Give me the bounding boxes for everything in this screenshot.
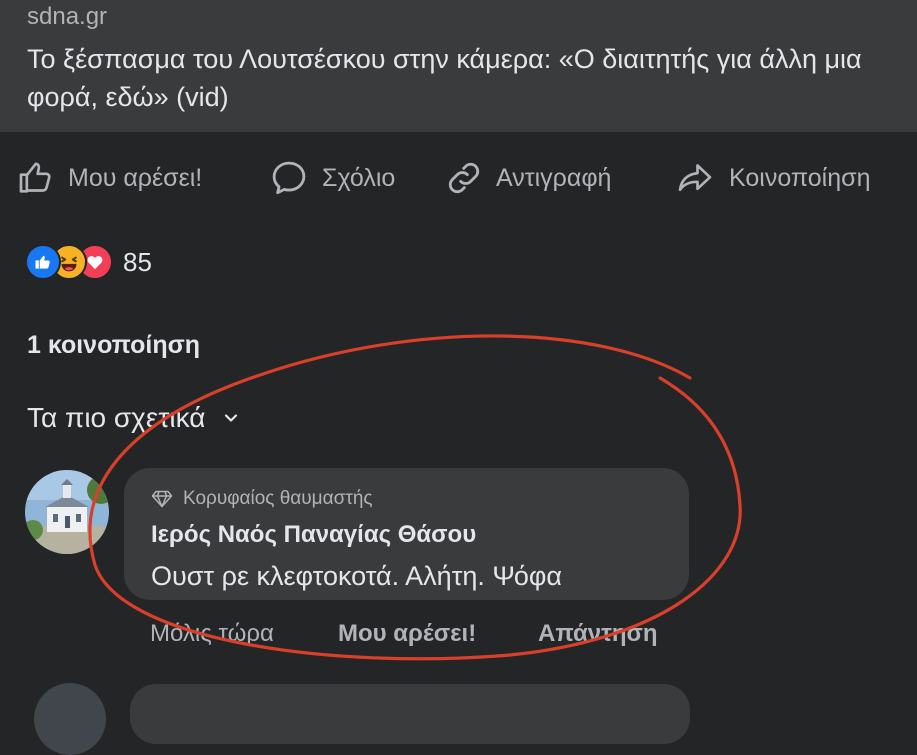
- top-fan-label: Κορυφαίος θαυμαστής: [183, 488, 373, 509]
- thumbs-up-icon: [19, 162, 51, 193]
- comment-author[interactable]: Ιερός Ναός Παναγίας Θάσου: [151, 521, 476, 549]
- next-comment-bubble[interactable]: [130, 684, 690, 744]
- comment-button[interactable]: Σχόλιο: [268, 152, 395, 204]
- reaction-count: 85: [123, 246, 152, 277]
- copy-label: Αντιγραφή: [496, 163, 612, 192]
- link-domain: sdna.gr: [27, 3, 108, 30]
- link-title[interactable]: Το ξέσπασμα του Λουτσέσκου στην κάμερα: …: [27, 40, 887, 116]
- reactions-summary[interactable]: 85: [25, 244, 152, 280]
- like-button[interactable]: Μου αρέσει!: [16, 152, 202, 204]
- comment-sort-dropdown[interactable]: Τα πιο σχετικά: [27, 402, 239, 434]
- share-button[interactable]: Κοινοποίηση: [673, 152, 870, 204]
- sort-label: Τα πιο σχετικά: [27, 402, 206, 433]
- comment-reply-button[interactable]: Απάντηση: [538, 620, 658, 648]
- comment-bubble[interactable]: Κορυφαίος θαυμαστής Ιερός Ναός Παναγίας …: [124, 468, 689, 600]
- post-action-bar: Μου αρέσει! Σχόλιο Αντιγραφή Κοινοποίηση: [0, 152, 917, 204]
- like-label: Μου αρέσει!: [68, 163, 203, 192]
- like-reaction-icon: [25, 244, 61, 280]
- comment-like-button[interactable]: Μου αρέσει!: [338, 620, 476, 648]
- diamond-icon: [151, 490, 173, 508]
- avatar[interactable]: [25, 470, 109, 554]
- top-fan-badge: Κορυφαίος θαυμαστής: [151, 488, 373, 510]
- link-preview-card[interactable]: sdna.gr Το ξέσπασμα του Λουτσέσκου στην …: [0, 0, 917, 132]
- chevron-down-icon: [225, 414, 238, 422]
- comment-bubble-icon: [272, 161, 306, 195]
- copy-link-button[interactable]: Αντιγραφή: [444, 152, 611, 204]
- next-comment-avatar[interactable]: [34, 683, 106, 755]
- comment-timestamp[interactable]: Μόλις τώρα: [150, 620, 274, 648]
- comment-label: Σχόλιο: [322, 163, 396, 192]
- comment-text: Ουστ ρε κλεφτοκοτά. Αλήτη. Ψόφα: [151, 561, 563, 591]
- share-arrow-icon: [678, 164, 712, 191]
- share-label: Κοινοποίηση: [729, 163, 871, 192]
- share-count[interactable]: 1 κοινοποίηση: [27, 331, 200, 360]
- link-icon: [448, 162, 480, 194]
